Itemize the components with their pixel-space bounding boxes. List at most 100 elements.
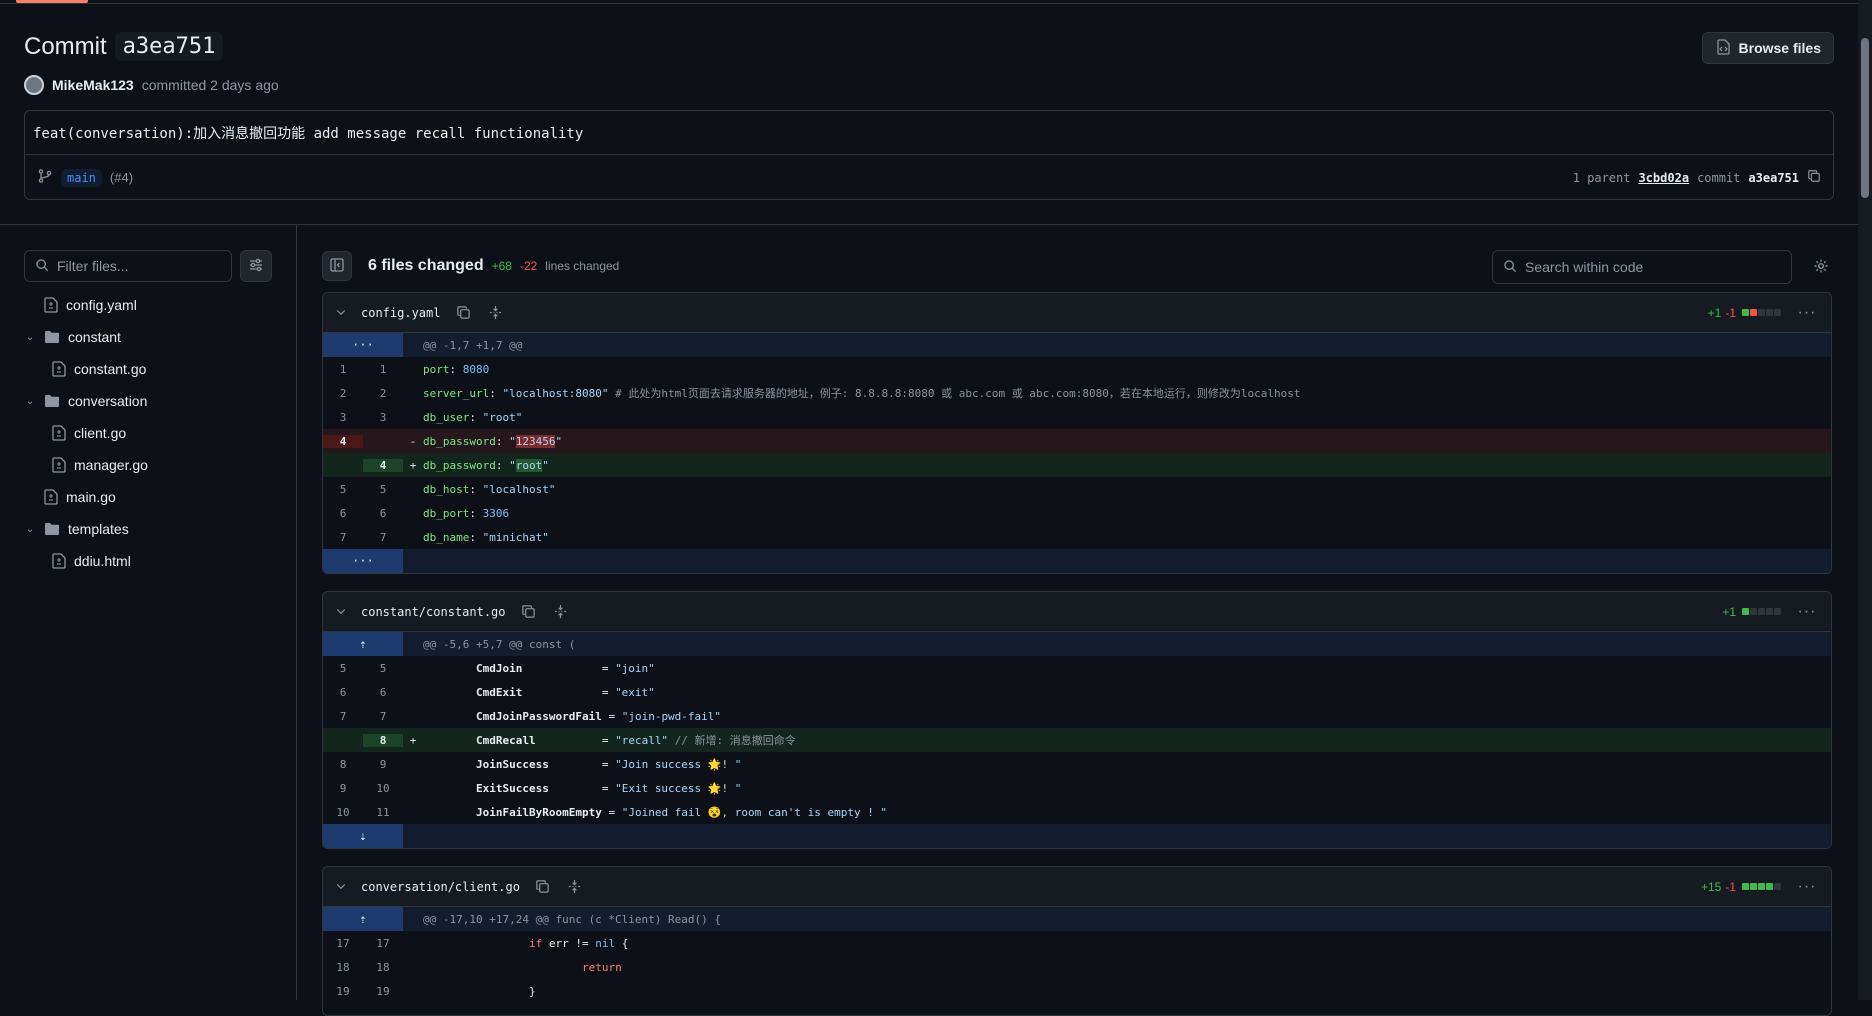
tree-folder[interactable]: ⌄ conversation	[24, 385, 284, 417]
tree-item-label: ddiu.html	[74, 553, 131, 569]
search-within-code-placeholder: Search within code	[1525, 259, 1644, 275]
toggle-sidebar-button[interactable]	[322, 251, 352, 281]
browse-files-label: Browse files	[1738, 40, 1821, 56]
parent-label: 1 parent	[1572, 170, 1631, 185]
tree-file[interactable]: manager.go	[24, 449, 284, 481]
file-deletions: -1	[1725, 305, 1736, 320]
file-header: constant/constant.go +1 ···	[323, 592, 1831, 632]
more-options-icon[interactable]: ···	[1795, 603, 1819, 621]
commit-refs: 1 parent 3cbd02a commit a3ea751	[1573, 169, 1821, 186]
chevron-down-icon[interactable]: ⌄	[24, 332, 36, 343]
pr-reference[interactable]: (#4)	[110, 170, 133, 185]
file-name[interactable]: config.yaml	[361, 306, 440, 320]
tree-file[interactable]: client.go	[24, 417, 284, 449]
sidebar-collapse-icon	[329, 257, 345, 276]
total-deletions: -22	[519, 259, 538, 273]
diff-line: 1 1 port: 8080	[339, 362, 490, 376]
chevron-down-icon[interactable]	[335, 305, 347, 321]
diff-file-constant-go: constant/constant.go +1 ··· ⇡ @@ -5,6 +5,…	[322, 591, 1832, 849]
diff-line: 19 19 }	[336, 984, 536, 998]
expand-down-button[interactable]: ···	[323, 549, 403, 573]
hunk-header: ⇡ @@ -17,10 +17,24 @@ func (c *Client) Re…	[323, 907, 1831, 931]
commit-sha: a3ea751	[1748, 170, 1799, 185]
tree-folder[interactable]: ⌄ constant	[24, 321, 284, 353]
page-title: Commit a3ea751	[24, 32, 1834, 61]
total-additions: +68	[491, 259, 512, 273]
file-header: conversation/client.go +15 -1 ···	[323, 867, 1831, 907]
tree-item-label: config.yaml	[66, 297, 137, 313]
diff-line: 7 7 db_name: "minichat"	[339, 530, 549, 544]
diff-settings-button[interactable]	[1810, 256, 1832, 278]
more-options-icon[interactable]: ···	[1795, 304, 1819, 322]
diff-line: 5 5 db_host: "localhost"	[339, 482, 556, 496]
chevron-down-icon[interactable]: ⌄	[24, 524, 36, 535]
file-name[interactable]: conversation/client.go	[361, 880, 520, 894]
chevron-down-icon[interactable]	[335, 604, 347, 620]
expand-all-icon[interactable]	[566, 878, 584, 896]
commit-header: Commit a3ea751 Browse files MikeMak123 c…	[24, 32, 1834, 95]
diff-line: 66 CmdExit = "exit"	[339, 685, 655, 699]
file-tree: config.yaml ⌄ constant constant.go ⌄ conversa…	[24, 289, 284, 577]
expand-all-icon[interactable]	[486, 304, 504, 322]
diffstat-bar	[1742, 608, 1781, 615]
search-icon	[35, 258, 49, 275]
tree-file[interactable]: config.yaml	[24, 289, 284, 321]
sidebar-divider	[296, 225, 297, 1000]
filter-files-placeholder: Filter files...	[57, 258, 129, 274]
copy-icon[interactable]	[1807, 169, 1821, 186]
diff-line: 89 JoinSuccess = "Join success 🌟! "	[339, 757, 742, 771]
lines-changed-label: lines changed	[545, 259, 620, 273]
avatar[interactable]	[24, 75, 44, 95]
tree-folder[interactable]: ⌄ templates	[24, 513, 284, 545]
scrollbar-thumb[interactable]	[1861, 38, 1869, 198]
browse-files-button[interactable]: Browse files	[1701, 32, 1834, 64]
diff-line-added: 4 + db_password: "root"	[323, 453, 1831, 477]
diff-line: 3 3 db_user: "root"	[339, 410, 523, 424]
copy-icon[interactable]	[534, 878, 552, 896]
diff-file-config-yaml: config.yaml +1 -1 ··· ··· @@ -1,7 +1,7 @@…	[322, 292, 1832, 574]
more-options-icon[interactable]: ···	[1795, 878, 1819, 896]
chevron-down-icon[interactable]: ⌄	[24, 396, 36, 407]
folder-icon	[44, 522, 60, 536]
file-diff-icon	[52, 425, 66, 441]
filter-files-input[interactable]: Filter files...	[24, 250, 232, 282]
copy-icon[interactable]	[520, 603, 538, 621]
hunk-header: ··· @@ -1,7 +1,7 @@	[323, 333, 1831, 357]
tree-item-label: manager.go	[74, 457, 148, 473]
search-icon	[1503, 259, 1517, 276]
expand-up-button[interactable]: ⇡	[323, 632, 403, 656]
commit-sha-pill: a3ea751	[114, 32, 224, 61]
gear-icon	[1813, 258, 1829, 277]
chevron-down-icon[interactable]	[335, 879, 347, 895]
file-diff-icon	[52, 361, 66, 377]
file-name[interactable]: constant/constant.go	[361, 605, 506, 619]
parent-sha-link[interactable]: 3cbd02a	[1638, 171, 1689, 185]
tree-file[interactable]: ddiu.html	[24, 545, 284, 577]
tree-file[interactable]: constant.go	[24, 353, 284, 385]
top-divider	[0, 3, 1858, 4]
file-code-icon	[1715, 38, 1731, 58]
search-within-code-input[interactable]: Search within code	[1492, 250, 1792, 284]
file-additions: +15	[1700, 879, 1722, 894]
branch-link[interactable]: main	[61, 168, 102, 187]
copy-icon[interactable]	[454, 304, 472, 322]
author-link[interactable]: MikeMak123	[52, 77, 134, 93]
section-divider	[0, 224, 1858, 225]
diff-line: 2 2 server_url: "localhost:8080" # 此处为html…	[339, 386, 1301, 401]
expand-down-button[interactable]: ⇣	[323, 824, 403, 848]
git-branch-icon	[37, 168, 53, 187]
expand-all-icon[interactable]	[552, 603, 570, 621]
diff-line: 55 CmdJoin = "join"	[339, 661, 655, 675]
diff-line: 6 6 db_port: 3306	[339, 506, 510, 520]
expand-up-button[interactable]: ⇡	[323, 907, 403, 931]
expand-up-button[interactable]: ···	[323, 333, 403, 357]
files-changed-count: 6 files changed	[368, 257, 484, 274]
hunk-text: @@ -5,6 +5,7 @@ const (	[423, 637, 576, 651]
filter-options-button[interactable]	[240, 250, 272, 282]
page-scrollbar[interactable]	[1858, 0, 1872, 1000]
hunk-text: @@ -17,10 +17,24 @@ func (c *Client) Rea…	[423, 912, 722, 926]
file-diffstat: +1 -1	[1708, 306, 1781, 320]
tree-item-label: templates	[68, 521, 129, 537]
tree-file[interactable]: main.go	[24, 481, 284, 513]
commit-message-box: feat(conversation):加入消息撤回功能 add message …	[24, 110, 1834, 200]
